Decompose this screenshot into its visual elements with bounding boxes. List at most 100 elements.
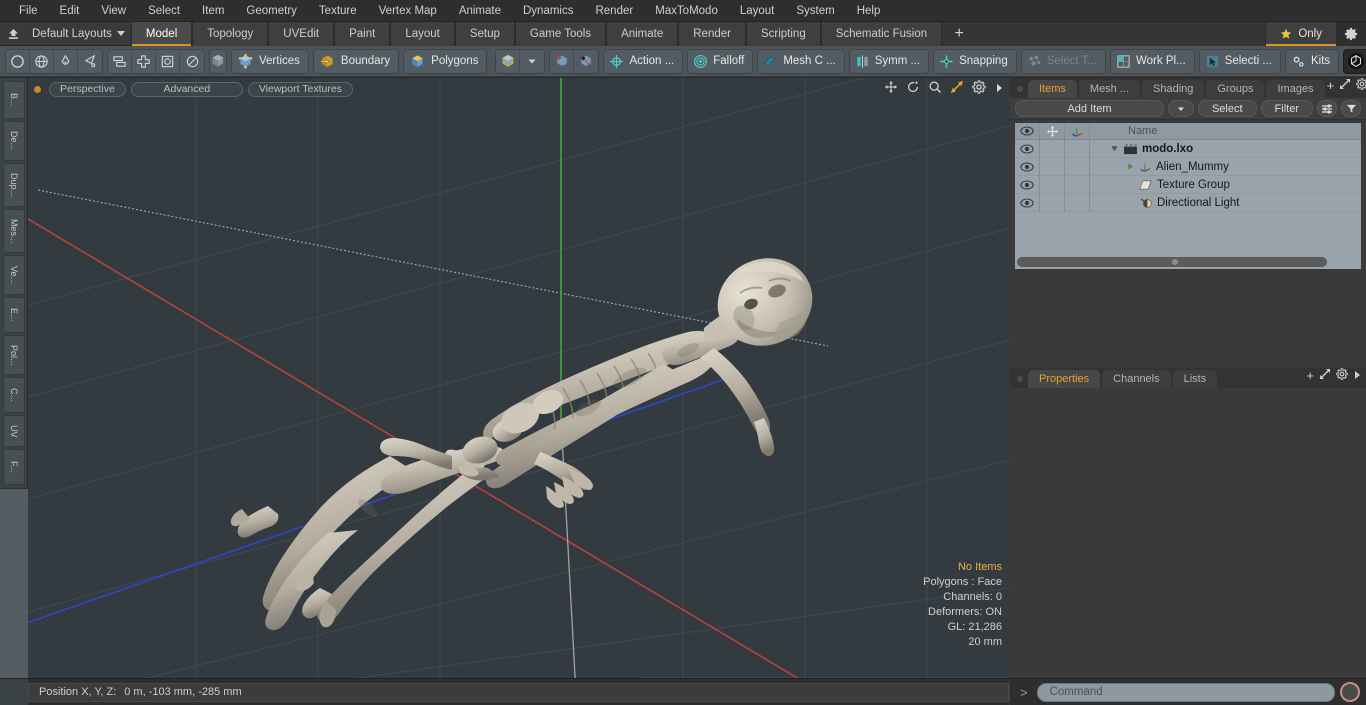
- stack-icon[interactable]: [108, 49, 132, 73]
- menu-system[interactable]: System: [785, 0, 845, 22]
- menu-vertex-map[interactable]: Vertex Map: [368, 0, 448, 22]
- row-visibility-eye-icon[interactable]: [1015, 193, 1040, 212]
- row-lock-cell[interactable]: [1040, 175, 1065, 194]
- selection-set-button[interactable]: Selecti ...: [1198, 48, 1281, 74]
- menu-animate[interactable]: Animate: [448, 0, 512, 22]
- snapping-button[interactable]: Snapping: [933, 48, 1017, 74]
- left-tab-polygon[interactable]: Pol...: [3, 335, 25, 375]
- fit-icon[interactable]: [950, 80, 964, 99]
- left-tab-basic[interactable]: B...: [3, 81, 25, 119]
- left-tab-deform[interactable]: De...: [3, 121, 25, 161]
- item-tree-horizontal-scrollbar[interactable]: [1017, 257, 1327, 267]
- circle-slash-icon[interactable]: [180, 50, 204, 73]
- menu-render[interactable]: Render: [584, 0, 644, 22]
- chevron-right-icon[interactable]: [994, 81, 1004, 99]
- kits-button[interactable]: Kits: [1284, 48, 1340, 74]
- chevron-down-icon[interactable]: [520, 50, 544, 73]
- work-plane-button[interactable]: Work Pl...: [1110, 48, 1195, 74]
- square-center-icon[interactable]: [156, 49, 180, 73]
- panel-menu-dot-icon[interactable]: [1017, 376, 1023, 382]
- left-tab-vertex[interactable]: Ve...: [3, 255, 25, 295]
- layout-tab-scripting[interactable]: Scripting: [745, 21, 821, 46]
- pen-icon[interactable]: [54, 49, 78, 73]
- layout-tab-animate[interactable]: Animate: [606, 21, 679, 46]
- symmetry-button[interactable]: Symm ...: [848, 48, 930, 74]
- expand-icon[interactable]: [1339, 77, 1351, 95]
- row-visibility-eye-icon[interactable]: [1015, 157, 1040, 176]
- tab-shading[interactable]: Shading: [1142, 80, 1205, 98]
- item-tree[interactable]: Name modo.lxo Alien_Mummy Texture Group …: [1014, 122, 1362, 270]
- only-toggle[interactable]: Only: [1265, 21, 1336, 46]
- layout-tab-uvedit[interactable]: UVEdit: [268, 21, 335, 46]
- tab-items[interactable]: Items: [1028, 80, 1077, 98]
- menu-edit[interactable]: Edit: [49, 0, 91, 22]
- selection-mode-vertices[interactable]: Vertices: [231, 48, 309, 74]
- menu-view[interactable]: View: [90, 0, 137, 22]
- default-layouts-dropdown[interactable]: Default Layouts: [26, 28, 131, 40]
- add-item-dropdown-button[interactable]: [1167, 100, 1194, 117]
- command-input[interactable]: Command: [1036, 682, 1335, 702]
- viewport-3d[interactable]: Y X Z Perspective Advanced Viewport Text…: [28, 78, 1010, 678]
- gear-icon[interactable]: [1356, 77, 1366, 95]
- select-through-button[interactable]: Select T...: [1020, 48, 1107, 74]
- zoom-icon[interactable]: [928, 80, 942, 99]
- gear-icon[interactable]: [972, 80, 986, 99]
- menu-texture[interactable]: Texture: [308, 0, 368, 22]
- layout-tab-game-tools[interactable]: Game Tools: [514, 21, 607, 46]
- menu-layout[interactable]: Layout: [729, 0, 786, 22]
- tab-channels[interactable]: Channels: [1102, 370, 1171, 388]
- row-visibility-eye-icon[interactable]: [1015, 139, 1040, 158]
- layout-tab-topology[interactable]: Topology: [192, 21, 269, 46]
- row-axis-cell[interactable]: [1065, 157, 1090, 176]
- panel-menu-dot-icon[interactable]: [1017, 86, 1023, 92]
- rotate-icon[interactable]: [906, 80, 920, 99]
- mesh-constraint-button[interactable]: Mesh C ...: [757, 48, 845, 74]
- viewport-shading-dropdown[interactable]: Advanced: [130, 81, 243, 97]
- circle-icon[interactable]: [6, 49, 30, 73]
- cube-item-icon[interactable]: [496, 49, 521, 73]
- table-row[interactable]: Alien_Mummy: [1015, 157, 1361, 176]
- layout-tab-setup[interactable]: Setup: [454, 21, 515, 46]
- selection-mode-polygons[interactable]: Polygons: [403, 48, 488, 74]
- table-row[interactable]: Directional Light: [1015, 193, 1361, 212]
- menu-select[interactable]: Select: [137, 0, 191, 22]
- funnel-icon[interactable]: [1341, 100, 1361, 117]
- layout-tab-render[interactable]: Render: [678, 21, 746, 46]
- row-lock-cell[interactable]: [1040, 157, 1065, 176]
- row-axis-cell[interactable]: [1065, 139, 1090, 158]
- tree-item-directional-light[interactable]: Directional Light: [1090, 197, 1361, 209]
- record-circle-icon[interactable]: [1340, 682, 1360, 702]
- tab-images[interactable]: Images: [1266, 80, 1325, 98]
- modo-ball-icon[interactable]: [1343, 48, 1366, 74]
- gear-icon[interactable]: [1336, 367, 1348, 385]
- left-tab-curve[interactable]: C...: [3, 377, 25, 413]
- select-button[interactable]: Select: [1197, 100, 1257, 117]
- scrollbar-knob[interactable]: [1172, 259, 1178, 265]
- row-axis-cell[interactable]: [1065, 193, 1090, 212]
- tab-mesh[interactable]: Mesh ...: [1078, 80, 1141, 98]
- tree-item-alien-mummy[interactable]: Alien_Mummy: [1090, 161, 1361, 173]
- table-row[interactable]: Texture Group: [1015, 175, 1361, 194]
- menu-geometry[interactable]: Geometry: [235, 0, 308, 22]
- layout-tab-paint[interactable]: Paint: [334, 21, 391, 46]
- viewport-perspective-dropdown[interactable]: Perspective: [49, 81, 126, 97]
- layout-tab-layout[interactable]: Layout: [390, 21, 455, 46]
- gear-icon[interactable]: [1336, 21, 1366, 46]
- table-row[interactable]: modo.lxo: [1015, 139, 1361, 158]
- menu-item[interactable]: Item: [191, 0, 235, 22]
- globe-icon[interactable]: [30, 49, 54, 73]
- left-tab-mesh-edit[interactable]: Mes...: [3, 209, 25, 253]
- polygon-cut-icon[interactable]: [78, 50, 102, 73]
- filter-button[interactable]: Filter: [1260, 100, 1313, 117]
- left-tab-fur[interactable]: F...: [3, 449, 25, 485]
- tab-lists[interactable]: Lists: [1172, 370, 1218, 388]
- menu-help[interactable]: Help: [846, 0, 892, 22]
- chevron-right-icon[interactable]: [1353, 367, 1361, 385]
- list-options-icon[interactable]: [1317, 100, 1337, 117]
- menu-file[interactable]: File: [8, 0, 49, 22]
- action-center-button[interactable]: Action ...: [603, 48, 684, 74]
- tree-item-texture-group[interactable]: Texture Group: [1090, 179, 1361, 191]
- add-layout-tab-button[interactable]: +: [942, 21, 977, 46]
- falloff-button[interactable]: Falloff: [687, 48, 754, 74]
- viewport-textures-dropdown[interactable]: Viewport Textures: [247, 81, 353, 97]
